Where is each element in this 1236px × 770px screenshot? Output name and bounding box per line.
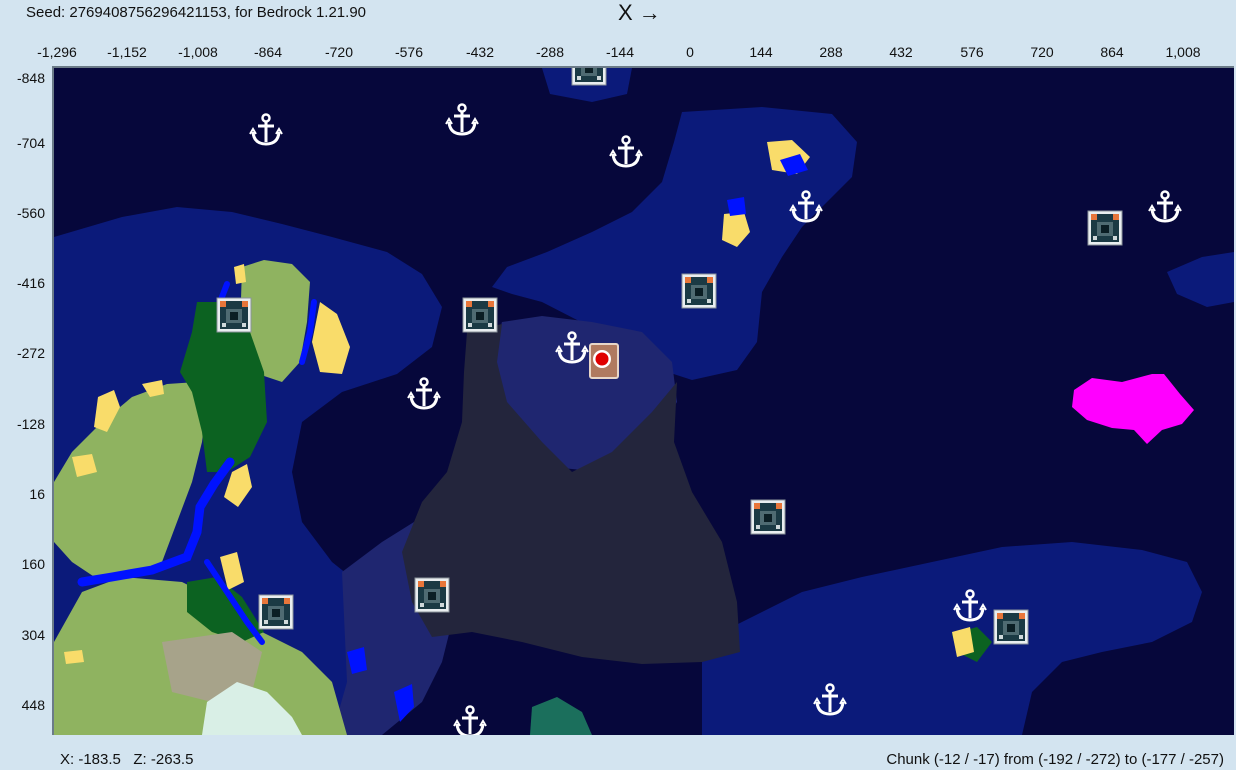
chunk-info: Chunk (-12 / -17) from (-192 / -272) to … bbox=[886, 751, 1224, 768]
x-tick: -1,152 bbox=[107, 44, 147, 60]
cursor-coordinates: X: -183.5 Z: -263.5 bbox=[60, 751, 193, 768]
coord-z: Z: -263.5 bbox=[133, 751, 194, 768]
ocean-monument-icon[interactable] bbox=[571, 68, 607, 86]
x-tick: 0 bbox=[686, 44, 694, 60]
z-tick: 448 bbox=[21, 697, 45, 713]
seed-label: Seed: 2769408756296421153, for Bedrock 1… bbox=[26, 4, 367, 21]
ocean-monument-icon[interactable] bbox=[1087, 210, 1123, 246]
x-tick: 288 bbox=[819, 44, 843, 60]
x-tick: 720 bbox=[1030, 44, 1054, 60]
x-tick: -864 bbox=[253, 44, 283, 60]
z-tick: 304 bbox=[21, 627, 45, 643]
ocean-monument-icon[interactable] bbox=[750, 499, 786, 535]
x-tick: 576 bbox=[960, 44, 984, 60]
coord-x: X: -183.5 bbox=[60, 751, 121, 768]
z-tick: -416 bbox=[16, 275, 45, 291]
ocean-monument-icon[interactable] bbox=[216, 297, 252, 333]
x-tick: -720 bbox=[324, 44, 354, 60]
biome-map[interactable] bbox=[52, 66, 1234, 735]
ocean-monument-icon[interactable] bbox=[993, 609, 1029, 645]
z-tick: 160 bbox=[21, 556, 45, 572]
x-axis-title: X → bbox=[618, 0, 661, 25]
x-tick: -1,296 bbox=[37, 44, 77, 60]
ocean-monument-icon[interactable] bbox=[258, 594, 294, 630]
x-tick: -144 bbox=[605, 44, 635, 60]
ocean-monument-icon[interactable] bbox=[462, 297, 498, 333]
z-tick: 16 bbox=[29, 486, 45, 502]
beach bbox=[64, 650, 84, 664]
z-tick: -848 bbox=[16, 70, 45, 86]
spawn-marker-icon[interactable] bbox=[589, 343, 619, 379]
z-tick: -128 bbox=[16, 416, 45, 432]
x-tick: -1,008 bbox=[178, 44, 218, 60]
x-tick: -288 bbox=[535, 44, 565, 60]
z-tick: -272 bbox=[16, 345, 45, 361]
ocean-monument-icon[interactable] bbox=[414, 577, 450, 613]
x-tick: -576 bbox=[394, 44, 424, 60]
z-tick: -704 bbox=[16, 135, 45, 151]
ocean-monument-icon[interactable] bbox=[681, 273, 717, 309]
x-tick: -432 bbox=[465, 44, 495, 60]
river bbox=[727, 197, 746, 216]
x-tick: 864 bbox=[1100, 44, 1124, 60]
z-tick: -560 bbox=[16, 205, 45, 221]
x-tick: 1,008 bbox=[1165, 44, 1201, 60]
x-tick: 432 bbox=[889, 44, 913, 60]
x-tick: 144 bbox=[749, 44, 773, 60]
beach bbox=[234, 264, 246, 284]
